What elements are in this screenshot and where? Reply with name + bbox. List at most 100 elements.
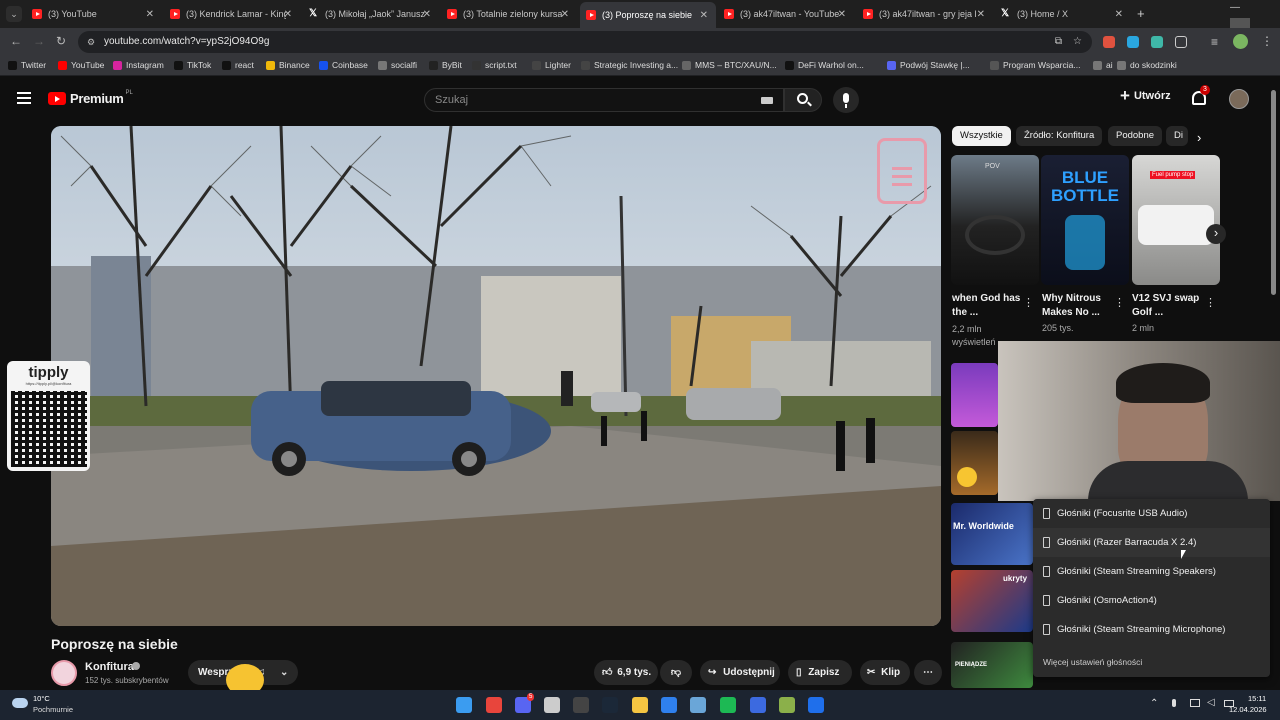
bookmark-item[interactable]: TikTok [174, 60, 211, 70]
keyboard-icon[interactable] [761, 97, 773, 104]
bookmark-star-icon[interactable]: ☆ [1073, 31, 1082, 53]
hamburger-menu-icon[interactable] [17, 92, 31, 104]
browser-tab[interactable]: (3) Poproszę na siebie ✕ [580, 2, 716, 28]
extension-icon-4[interactable] [1175, 36, 1187, 48]
browser-tab[interactable]: (3) ak47iltwan - YouTube ✕ [718, 4, 854, 24]
voice-search-button[interactable] [833, 87, 859, 113]
bookmark-item[interactable]: DeFi Warhol on... [785, 60, 864, 70]
page-scrollbar[interactable] [1271, 90, 1276, 295]
minimize-button[interactable]: — [1230, 2, 1240, 13]
short-menu-icon-2[interactable]: ⋮ [1114, 296, 1125, 309]
video-player[interactable] [51, 126, 941, 626]
taskbar-spotify-icon[interactable] [720, 697, 736, 713]
bookmark-item[interactable]: Podwój Stawkę |... [887, 60, 970, 70]
audio-device-steam-microphone[interactable]: Głośniki (Steam Streaming Microphone) [1033, 615, 1270, 644]
tray-volume-icon[interactable]: ◁ [1207, 697, 1215, 708]
address-bar[interactable]: ⚙ youtube.com/watch?v=ypS2jO94O9g ⧉ ☆ [78, 31, 1092, 53]
bookmark-item[interactable]: Instagram [113, 60, 164, 70]
tab-close-icon[interactable]: ✕ [561, 9, 569, 20]
tray-overflow-icon[interactable]: ⌃ [1150, 698, 1158, 709]
bookmark-item[interactable]: Coinbase [319, 60, 368, 70]
bookmark-item[interactable]: ByBit [429, 60, 462, 70]
tab-close-icon[interactable]: ✕ [423, 9, 431, 20]
clip-button[interactable]: ✂ Klip [860, 660, 910, 685]
recommended-thumb-3[interactable]: Mr. Worldwide [951, 503, 1033, 565]
taskbar-obs-icon[interactable] [573, 697, 589, 713]
extensions-puzzle-icon[interactable]: ≡ [1211, 35, 1218, 49]
bookmark-item[interactable]: YouTube [58, 60, 104, 70]
back-icon[interactable]: ← [10, 34, 22, 48]
short-menu-icon-3[interactable]: ⋮ [1205, 296, 1216, 309]
new-tab-button[interactable]: + [1137, 6, 1145, 21]
chevron-down-icon[interactable]: ⌄ [280, 660, 288, 685]
chrome-menu-icon[interactable]: ⋮ [1261, 34, 1273, 48]
extension-icon-3[interactable] [1151, 36, 1163, 48]
tab-close-icon[interactable]: ✕ [977, 9, 985, 20]
bookmark-item[interactable]: script.txt [472, 60, 517, 70]
extension-icon-2[interactable] [1127, 36, 1139, 48]
chip-more[interactable]: Di [1166, 126, 1188, 146]
taskbar-app-icon[interactable] [544, 697, 560, 713]
recommended-thumb-2[interactable] [951, 431, 998, 495]
chip-all[interactable]: Wszystkie [952, 126, 1011, 146]
short-thumbnail-2[interactable]: BLUE BOTTLE [1041, 155, 1129, 285]
browser-tab[interactable]: 𝕏 (3) Home / X ✕ [995, 4, 1131, 24]
bookmark-item[interactable]: Program Wsparcia... [990, 60, 1080, 70]
tab-close-icon[interactable]: ✕ [146, 9, 154, 20]
browser-tab[interactable]: (3) ak47iltwan - gry jeja l ✕ [857, 4, 993, 24]
chips-next-icon[interactable]: › [1197, 130, 1201, 145]
taskbar-start-icon[interactable] [456, 697, 472, 713]
tab-search-button[interactable]: ⌄ [6, 6, 22, 22]
dislike-button[interactable]: 👎︎ [660, 660, 692, 685]
search-input[interactable]: Szukaj [424, 88, 784, 112]
taskbar-app-icon[interactable] [690, 697, 706, 713]
bookmark-item[interactable]: do skodzinki [1117, 60, 1177, 70]
bookmark-item[interactable]: Twitter [8, 60, 46, 70]
bookmark-item[interactable]: Binance [266, 60, 310, 70]
install-icon[interactable]: ⧉ [1055, 31, 1062, 53]
short-title-3[interactable]: V12 SVJ swap Golf ... [1132, 292, 1212, 320]
clock-time[interactable]: 15:11 [1248, 694, 1266, 703]
bookmark-item[interactable]: Strategic Investing a... [581, 60, 678, 70]
chip-related[interactable]: Podobne [1108, 126, 1163, 146]
taskbar-chrome-icon[interactable] [486, 697, 502, 713]
short-menu-icon-1[interactable]: ⋮ [1023, 296, 1034, 309]
save-to-watch-later-icon[interactable] [877, 138, 927, 204]
short-thumbnail-3[interactable]: Fuel pump stop [1132, 155, 1220, 285]
share-button[interactable]: ↪ Udostępnij [700, 660, 780, 685]
weather-cloud-icon[interactable] [12, 698, 28, 708]
youtube-logo[interactable]: Premium PL [48, 90, 133, 106]
browser-tab[interactable]: (3) Totalnie zielony kursan ✕ [441, 4, 577, 24]
tab-close-icon[interactable]: ✕ [1115, 9, 1123, 20]
taskbar-app-icon[interactable] [661, 697, 677, 713]
browser-tab[interactable]: 𝕏 (3) Mikołaj „Jaok” Janusz ✕ [303, 4, 439, 24]
tray-network-icon[interactable] [1190, 699, 1200, 707]
taskbar-steam-icon[interactable] [602, 697, 618, 713]
profile-avatar-icon[interactable] [1233, 34, 1248, 49]
search-button[interactable] [784, 88, 822, 112]
channel-name[interactable]: Konfitura [85, 661, 134, 673]
bookmark-item[interactable]: ai [1093, 60, 1113, 70]
account-avatar[interactable] [1229, 89, 1249, 109]
like-button[interactable]: 👍︎ 6,9 tys. [594, 660, 658, 685]
recommended-thumb-5[interactable]: PIENIĄDZE [951, 642, 1033, 688]
audio-device-steam-speakers[interactable]: Głośniki (Steam Streaming Speakers) [1033, 557, 1270, 586]
audio-device-razer[interactable]: Głośniki (Razer Barracuda X 2.4) [1033, 528, 1270, 557]
tab-close-icon[interactable]: ✕ [700, 10, 708, 21]
reload-icon[interactable]: ↻ [56, 34, 66, 48]
forward-icon[interactable]: → [33, 34, 45, 48]
shorts-next-icon[interactable]: › [1206, 224, 1226, 244]
tray-microphone-icon[interactable] [1172, 699, 1176, 707]
taskbar-app-icon[interactable] [808, 697, 824, 713]
bookmark-item[interactable]: socialfi [378, 60, 417, 70]
notifications-bell-icon[interactable]: 3 [1192, 85, 1210, 105]
save-button[interactable]: ▯ Zapisz [788, 660, 852, 685]
short-title-2[interactable]: Why Nitrous Makes No ... [1042, 292, 1122, 320]
short-title-1[interactable]: when God has the ... [952, 292, 1032, 320]
bookmark-item[interactable]: MMS – BTC/XAU/N... [682, 60, 777, 70]
extension-icon-1[interactable] [1103, 36, 1115, 48]
recommended-thumb-1[interactable] [951, 363, 998, 427]
tab-close-icon[interactable]: ✕ [284, 9, 292, 20]
audio-device-focusrite[interactable]: Głośniki (Focusrite USB Audio) [1033, 499, 1270, 528]
bookmark-item[interactable]: react [222, 60, 254, 70]
